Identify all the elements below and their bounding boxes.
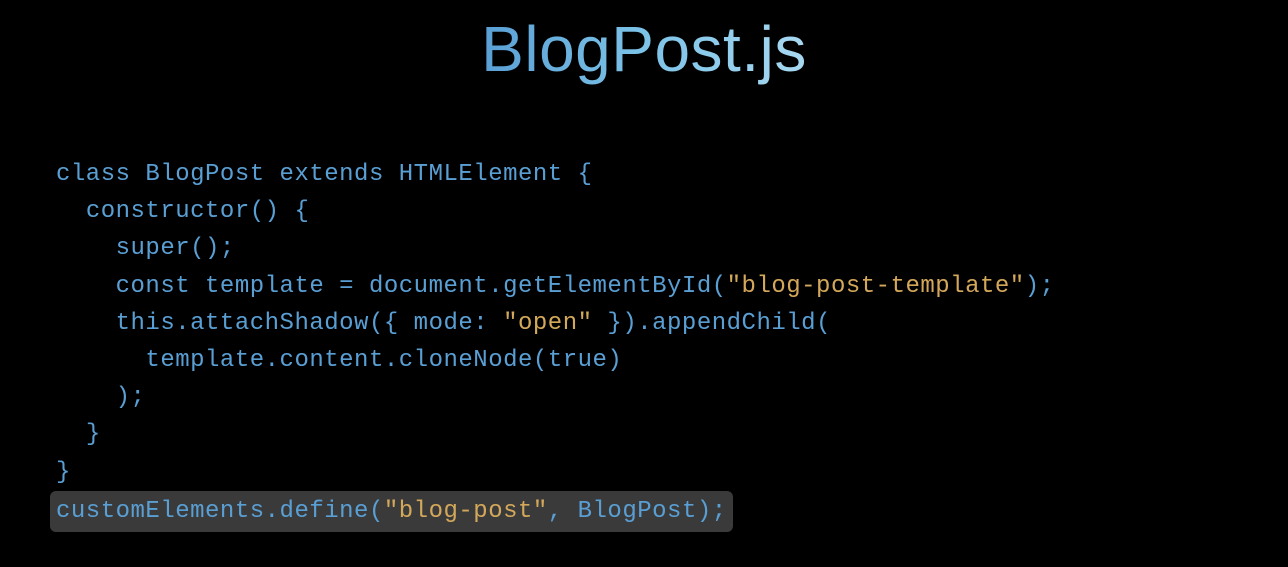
brace-close: } [56,459,71,486]
define-method: define [280,498,369,525]
append-child-method: appendChild [652,310,816,337]
bool-true: true [548,347,608,374]
constructor-keyword: constructor [86,198,250,225]
paren-open: ( [816,310,831,337]
paren-open: ( [369,498,384,525]
paren-close-semi: ); [116,384,146,411]
string-open: "open" [503,310,592,337]
keyword-extends: extends [280,161,384,188]
keyword-super: super [116,235,191,262]
highlighted-line: customElements.define("blog-post", BlogP… [50,491,733,532]
code-block: class BlogPost extends HTMLElement { con… [56,156,1055,532]
dot: . [265,498,280,525]
paren-close: ) [607,347,622,374]
brace-open: { [578,161,593,188]
brace-close: } [86,421,101,448]
paren-open: ( [712,273,727,300]
brace-open: { [294,198,309,225]
string-template-id: "blog-post-template" [727,273,1025,300]
content-prop: content [280,347,384,374]
paren-open: ( [533,347,548,374]
slide-container: BlogPost.js class BlogPost extends HTMLE… [0,0,1288,567]
class-ref: BlogPost [578,498,697,525]
mode-key: mode [414,310,474,337]
dot: . [175,310,190,337]
call-close: (); [190,235,235,262]
string-blog-post: "blog-post" [384,498,548,525]
attach-shadow-method: attachShadow [190,310,369,337]
custom-elements-obj: customElements [56,498,265,525]
class-name: BlogPost [145,161,264,188]
dot: . [384,347,399,374]
dot: . [488,273,503,300]
keyword-const: const [116,273,191,300]
clone-node-method: cloneNode [399,347,533,374]
colon: : [473,310,503,337]
this-keyword: this [116,310,176,337]
comma: , [548,498,578,525]
var-template: template [205,273,324,300]
get-element-method: getElementById [503,273,712,300]
slide-title: BlogPost.js [481,12,807,86]
dot: . [265,347,280,374]
keyword-class: class [56,161,131,188]
template-var: template [145,347,264,374]
parens: () [250,198,280,225]
obj-open: ({ [369,310,414,337]
paren-close-semi: ); [697,498,727,525]
obj-close: }). [593,310,653,337]
superclass-name: HTMLElement [399,161,563,188]
document-obj: document [369,273,488,300]
equals: = [339,273,354,300]
paren-close: ); [1025,273,1055,300]
